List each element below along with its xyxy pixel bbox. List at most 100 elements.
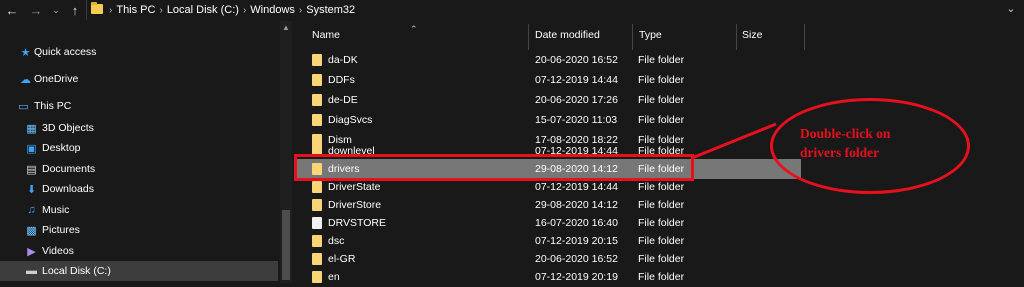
file-date: 07-12-2019 14:44 [535, 74, 618, 86]
sidebar-item-music[interactable]: ♫ Music [0, 200, 278, 220]
sidebar-item-videos[interactable]: ▶ Videos [0, 241, 278, 261]
column-header-date-label: Date modified [535, 29, 600, 41]
column-divider[interactable] [804, 24, 805, 50]
sidebar-scrollbar-thumb[interactable] [282, 210, 290, 280]
folder-icon [312, 181, 322, 193]
folder-icon [312, 199, 322, 211]
star-icon: ★ [20, 46, 31, 59]
file-type: File folder [638, 94, 685, 106]
file-type: File folder [638, 271, 685, 283]
chevron-right-icon: › [298, 4, 303, 16]
column-header-date[interactable]: Date modified [535, 21, 631, 49]
file-name: DDFs [328, 74, 355, 86]
special-folder-icon [312, 217, 322, 229]
sidebar-item-onedrive[interactable]: ☁ OneDrive [0, 69, 278, 89]
file-row[interactable]: en 07-12-2019 20:19 File folder [296, 267, 1024, 287]
column-header-size[interactable]: Size [742, 21, 802, 49]
folder-icon [312, 94, 322, 106]
picture-icon: ▩ [26, 224, 37, 237]
file-type: File folder [638, 253, 685, 265]
sidebar-item-quick-access[interactable]: ★ Quick access [0, 42, 278, 62]
breadcrumb-system32[interactable]: System32 [306, 4, 355, 16]
sidebar-item-label: This PC [34, 100, 72, 112]
address-dropdown-icon[interactable]: ⌄ [1004, 2, 1018, 16]
sidebar-item-label: Downloads [42, 183, 94, 195]
file-row[interactable]: DriverStore 29-08-2020 14:12 File folder [296, 195, 1024, 215]
sidebar-item-label: Documents [42, 163, 96, 175]
breadcrumb-local-disk[interactable]: Local Disk (C:) [167, 4, 239, 16]
file-type: File folder [638, 54, 685, 66]
recent-locations-chevron-icon[interactable]: ⌄ [50, 0, 62, 20]
sidebar-item-pictures[interactable]: ▩ Pictures [0, 220, 278, 240]
drive-icon: ▬ [26, 265, 37, 277]
file-date: 20-06-2020 17:26 [535, 94, 618, 106]
column-header-size-label: Size [742, 29, 763, 41]
folder-icon [312, 253, 322, 265]
video-icon: ▶ [27, 245, 36, 258]
breadcrumb-this-pc[interactable]: This PC [116, 4, 155, 16]
callout-text-line: Double-click on [800, 126, 891, 141]
sidebar-item-desktop[interactable]: ▣ Desktop [0, 138, 278, 158]
up-arrow-icon[interactable]: ↑ [68, 0, 82, 20]
file-row[interactable]: el-GR 20-06-2020 16:52 File folder [296, 249, 1024, 269]
column-header-name-label: Name [312, 29, 341, 41]
column-header-type[interactable]: Type [639, 21, 735, 49]
folder-icon [312, 54, 322, 66]
callout-text: Double-click on drivers folder [800, 124, 960, 162]
folder-icon [312, 271, 322, 283]
file-name: DiagSvcs [328, 114, 373, 126]
file-row[interactable]: dsc 07-12-2019 20:15 File folder [296, 231, 1024, 251]
file-name: dsc [328, 235, 345, 247]
scroll-up-arrow-icon[interactable]: ▲ [282, 24, 290, 32]
file-date: 20-06-2020 16:52 [535, 54, 618, 66]
sidebar-item-label: 3D Objects [42, 122, 94, 134]
cube-icon: ▦ [26, 122, 37, 135]
chevron-right-icon: › [242, 4, 247, 16]
music-icon: ♫ [27, 204, 36, 216]
file-name: DRVSTORE [328, 217, 386, 229]
file-date: 15-07-2020 11:03 [535, 114, 618, 126]
column-divider[interactable] [528, 24, 529, 50]
file-type: File folder [638, 199, 685, 211]
file-date: 07-12-2019 20:15 [535, 235, 618, 247]
file-name: da-DK [328, 54, 358, 66]
folder-icon [91, 1, 103, 17]
address-bar[interactable]: › This PC › Local Disk (C:) › Windows › … [86, 0, 1024, 20]
forward-arrow-icon[interactable]: → [28, 0, 44, 20]
highlight-box [294, 154, 694, 181]
column-divider[interactable] [736, 24, 737, 50]
sidebar-item-label: Desktop [42, 142, 81, 154]
callout-text-line: drivers folder [800, 145, 880, 160]
file-name: de-DE [328, 94, 358, 106]
file-row[interactable]: DRVSTORE 16-07-2020 16:40 File folder [296, 213, 1024, 233]
sidebar-item-label: Videos [42, 245, 74, 257]
sidebar-item-label: OneDrive [34, 73, 79, 85]
folder-icon [312, 74, 322, 86]
cloud-icon: ☁ [20, 73, 31, 86]
desktop-icon: ▣ [26, 142, 37, 155]
file-date: 07-12-2019 20:19 [535, 271, 618, 283]
sidebar-item-this-pc[interactable]: ▭ This PC [0, 96, 278, 116]
folder-icon [312, 235, 322, 247]
back-arrow-icon[interactable]: ← [4, 0, 20, 20]
sidebar-item-3d-objects[interactable]: ▦ 3D Objects [0, 118, 278, 138]
column-header-type-label: Type [639, 29, 662, 41]
computer-icon: ▭ [18, 100, 29, 113]
file-type: File folder [638, 114, 685, 126]
file-row[interactable]: DDFs 07-12-2019 14:44 File folder [296, 70, 1024, 90]
chevron-right-icon: › [109, 4, 113, 16]
file-row[interactable]: da-DK 20-06-2020 16:52 File folder [296, 50, 1024, 70]
sidebar-item-downloads[interactable]: ⬇ Downloads [0, 179, 278, 199]
column-divider[interactable] [632, 24, 633, 50]
sidebar-item-label: Music [42, 204, 70, 216]
document-icon: ▤ [26, 163, 37, 176]
sidebar-item-documents[interactable]: ▤ Documents [0, 159, 278, 179]
sort-ascending-icon: ⌃ [410, 24, 418, 34]
sidebar-item-local-disk[interactable]: ▬ Local Disk (C:) [0, 261, 278, 281]
file-type: File folder [638, 235, 685, 247]
navigation-pane: ★ Quick access ☁ OneDrive ▭ This PC ▦ 3D… [0, 21, 280, 283]
folder-icon [312, 114, 322, 126]
file-date: 29-08-2020 14:12 [535, 199, 618, 211]
breadcrumb-windows[interactable]: Windows [250, 4, 295, 16]
file-date: 16-07-2020 16:40 [535, 217, 618, 229]
